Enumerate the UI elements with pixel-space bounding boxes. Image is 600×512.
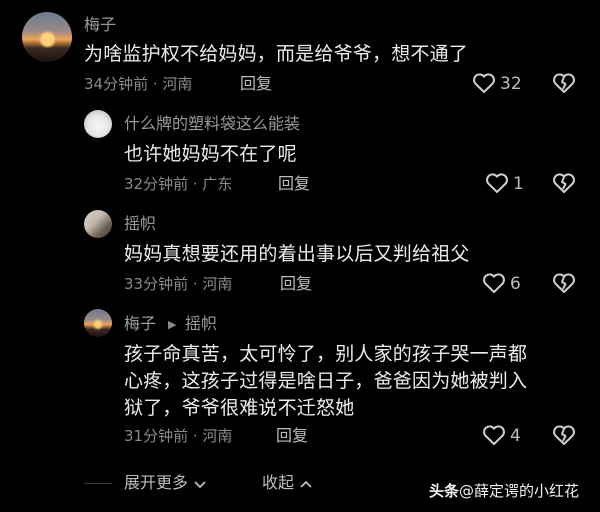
avatar[interactable] [84,110,112,138]
heart-outline-icon[interactable] [482,272,506,294]
heart-outline-icon[interactable] [485,172,509,194]
comment-text: 妈妈真想要还用的着出事以后又判给祖父 [124,243,470,265]
heart-outline-icon[interactable] [472,72,496,94]
watermark-brand: 头条 [429,482,460,500]
comment-time-location: 31分钟前 · 河南 [124,427,233,445]
comment-author[interactable]: 梅子 [84,15,116,35]
reply-button[interactable]: 回复 [280,274,312,294]
chevron-up-icon [299,479,313,489]
like-count: 6 [510,274,521,294]
comment-author[interactable]: 摇帜 [124,214,156,234]
heart-outline-icon[interactable] [482,424,506,446]
comment-text-line: 心疼，这孩子过得是啥日子，爸爸因为她被判入 [124,370,528,392]
comment-time-location: 33分钟前 · 河南 [124,275,233,293]
comment-text-line: 狱了，爷爷很难说不迁怒她 [124,397,355,419]
expand-more-button[interactable]: 展开更多 [124,473,207,493]
comment-text-line: 孩子命真苦，太可怜了，别人家的孩子哭一声都 [124,343,528,365]
reply-button[interactable]: 回复 [278,174,310,194]
broken-heart-icon[interactable] [552,272,576,294]
comment-author[interactable]: 梅子 [124,314,156,334]
comment-time-location: 34分钟前 · 河南 [84,75,193,93]
divider [84,483,112,484]
avatar[interactable] [84,210,112,238]
avatar[interactable] [84,309,112,337]
reply-button[interactable]: 回复 [276,426,308,446]
broken-heart-icon[interactable] [552,424,576,446]
comment-text: 也许她妈妈不在了呢 [124,143,297,165]
watermark-account: @薛定谔的小红花 [459,482,580,500]
comment-author[interactable]: 什么牌的塑料袋这么能装 [124,114,300,134]
watermark: 头条@薛定谔的小红花 [429,481,579,501]
avatar-sun [39,32,55,47]
collapse-button[interactable]: 收起 [262,473,313,493]
reply-to-author[interactable]: 摇帜 [185,314,217,334]
like-count: 1 [513,174,524,194]
chevron-down-icon [193,479,207,489]
triangle-right-icon: ▶ [168,318,177,331]
broken-heart-icon[interactable] [552,72,576,94]
like-count: 32 [500,74,522,94]
avatar-sun [93,320,103,329]
avatar[interactable] [22,12,72,62]
comment-text: 为啥监护权不给妈妈，而是给爷爷，想不通了 [84,43,469,65]
collapse-label: 收起 [262,473,295,492]
reply-button[interactable]: 回复 [240,74,272,94]
like-count: 4 [510,426,521,446]
expand-more-label: 展开更多 [124,473,189,492]
broken-heart-icon[interactable] [552,172,576,194]
comment-time-location: 32分钟前 · 广东 [124,175,233,193]
